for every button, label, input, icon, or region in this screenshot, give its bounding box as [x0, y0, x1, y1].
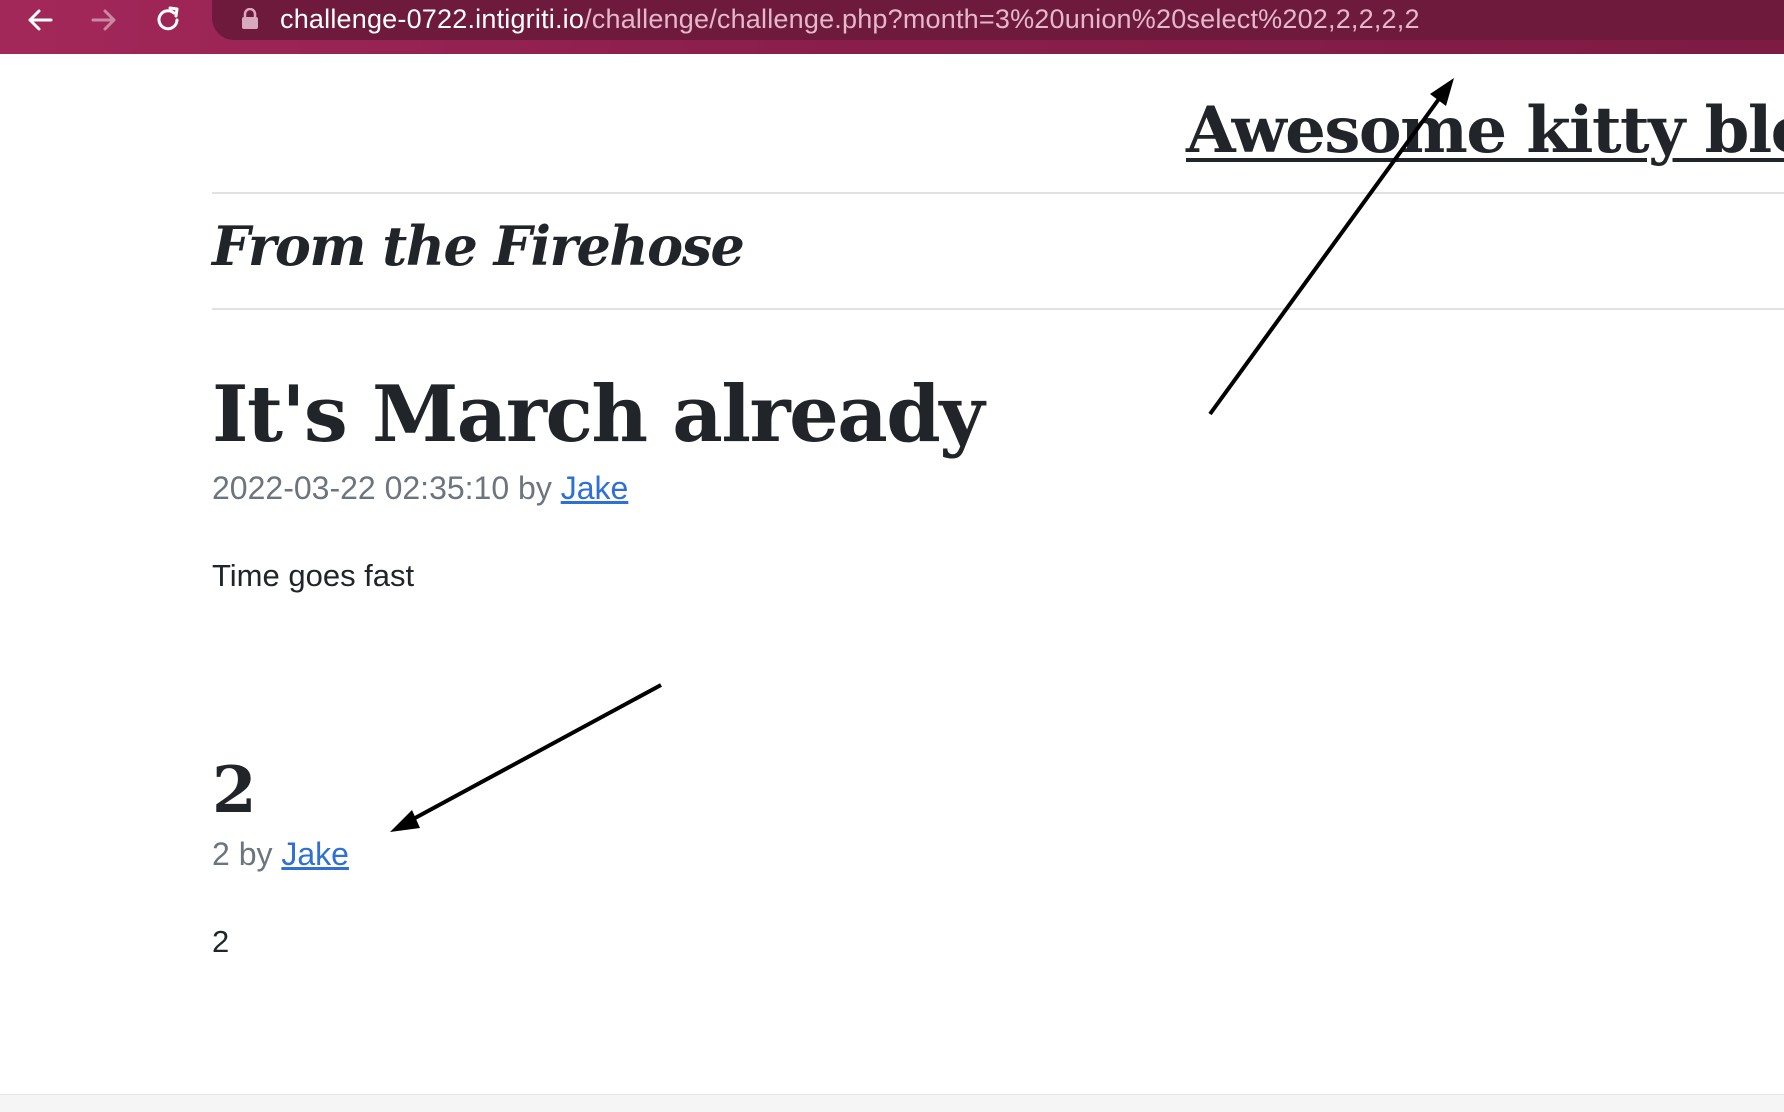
arrow-right-icon — [91, 9, 116, 31]
lock-icon[interactable] — [240, 8, 260, 30]
post-meta: 2022-03-22 02:35:10 by Jake — [212, 468, 628, 508]
post-date: 2022-03-22 02:35:10 — [212, 470, 510, 506]
post-meta: 2 by Jake — [212, 834, 349, 874]
post-body: Time goes fast — [212, 558, 415, 593]
header-divider — [212, 192, 1784, 194]
post-date: 2 — [212, 836, 230, 872]
url-path: /challenge/challenge.php?month=3%20union… — [584, 4, 1420, 34]
section-divider — [212, 308, 1784, 310]
reload-button[interactable] — [144, 0, 192, 40]
post-title: It's March already — [212, 369, 985, 460]
page-content: Awesome kitty blo From the Firehose It's… — [0, 54, 1784, 1094]
post-by-label: by — [518, 470, 552, 506]
back-button[interactable] — [16, 0, 64, 40]
site-title-link[interactable]: Awesome kitty blo — [1186, 86, 1784, 176]
post-body: 2 — [212, 924, 230, 959]
arrow-left-icon — [28, 9, 53, 31]
reload-icon — [157, 6, 179, 31]
post-title: 2 — [212, 753, 257, 828]
section-heading: From the Firehose — [212, 214, 745, 278]
post-by-label: by — [238, 836, 273, 872]
page-bottom-edge — [0, 1094, 1784, 1112]
browser-toolbar: challenge-0722.intigriti.io/challenge/ch… — [0, 0, 1784, 54]
url-text[interactable]: challenge-0722.intigriti.io/challenge/ch… — [280, 2, 1420, 36]
url-host: challenge-0722.intigriti.io — [280, 4, 585, 34]
author-link[interactable]: Jake — [281, 836, 349, 872]
address-bar[interactable]: challenge-0722.intigriti.io/challenge/ch… — [212, 0, 1784, 40]
forward-button[interactable] — [80, 0, 128, 40]
author-link[interactable]: Jake — [561, 470, 629, 506]
